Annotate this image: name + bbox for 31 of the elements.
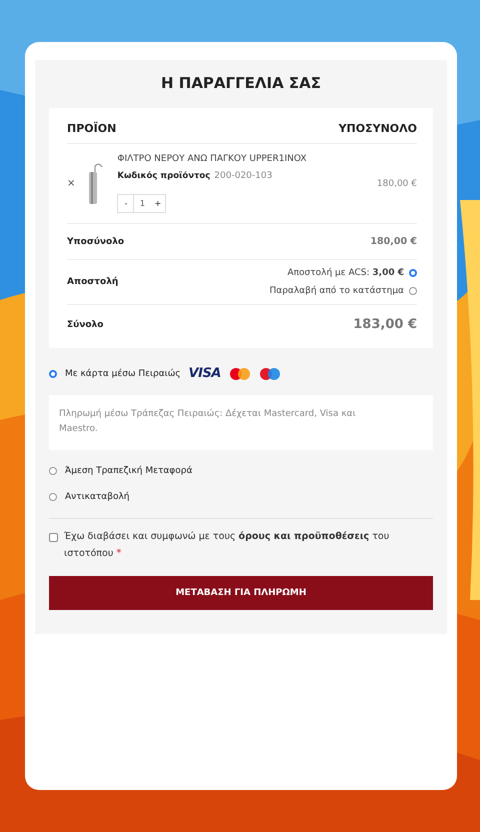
visa-logo: VISA [188,366,221,381]
remove-button[interactable]: × [67,178,76,189]
sku-label: Κωδικός προϊόντος [117,171,210,181]
radio-button[interactable] [49,492,57,501]
radio-button[interactable] [49,466,57,475]
column-header: ΠΡΟΪΟΝ [67,122,116,135]
order-title: Η ΠΑΡΑΓΓΕΛΙΑ ΣΑΣ [160,74,322,92]
payment-option: Αντικαταβολή [65,492,130,502]
maestro-logo [258,366,281,380]
column-header: ΥΠΟΣΥΝΟΛΟ [338,122,417,135]
radio-button[interactable] [49,370,57,378]
subtotal-value: 180,00 € [370,236,417,247]
shipping-option: Αποστολή με ACS: 3,00 € [287,268,404,278]
terms-checkbox[interactable] [49,532,58,542]
item-subtotal: 180,00 € [376,178,417,188]
payment-description: Πληρωμή μέσω Τράπεζας Πειραιώς: Δέχεται Mastercard, Visa και Maestro. [49,395,433,450]
total-value: 183,00 € [353,317,417,332]
payment-option: Με κάρτα μέσω Πειραιώς [65,368,181,378]
quantity-stepper[interactable]: - 1 + [117,194,166,213]
shipping-label: Αποστολή [67,277,118,287]
checkout-button[interactable]: ΜΕΤΑΒΑΣΗ ΓΙΑ ΠΛΗΡΩΜΗ [49,576,433,610]
total-label: Σύνολο [67,320,104,330]
terms-text: Έχω διαβάσει και συμφωνώ με τους όρους και προϋποθέσεις του ιστοτόπου * [64,530,390,561]
product-name: ΦΙΛΤΡΟ ΝΕΡΟΥ ΑΝΩ ΠΑΓΚΟΥ UPPER1INOX [117,154,307,164]
mastercard-logo [228,366,251,380]
radio-button[interactable] [409,269,417,277]
shipping-option: Παραλαβή από το κατάστημα [270,286,404,296]
subtotal-label: Υποσύνολο [67,236,124,246]
sku-value: 200-020-103 [214,171,272,181]
radio-button[interactable] [409,287,417,295]
payment-option: Άμεση Τραπεζική Μεταφορά [65,466,192,476]
